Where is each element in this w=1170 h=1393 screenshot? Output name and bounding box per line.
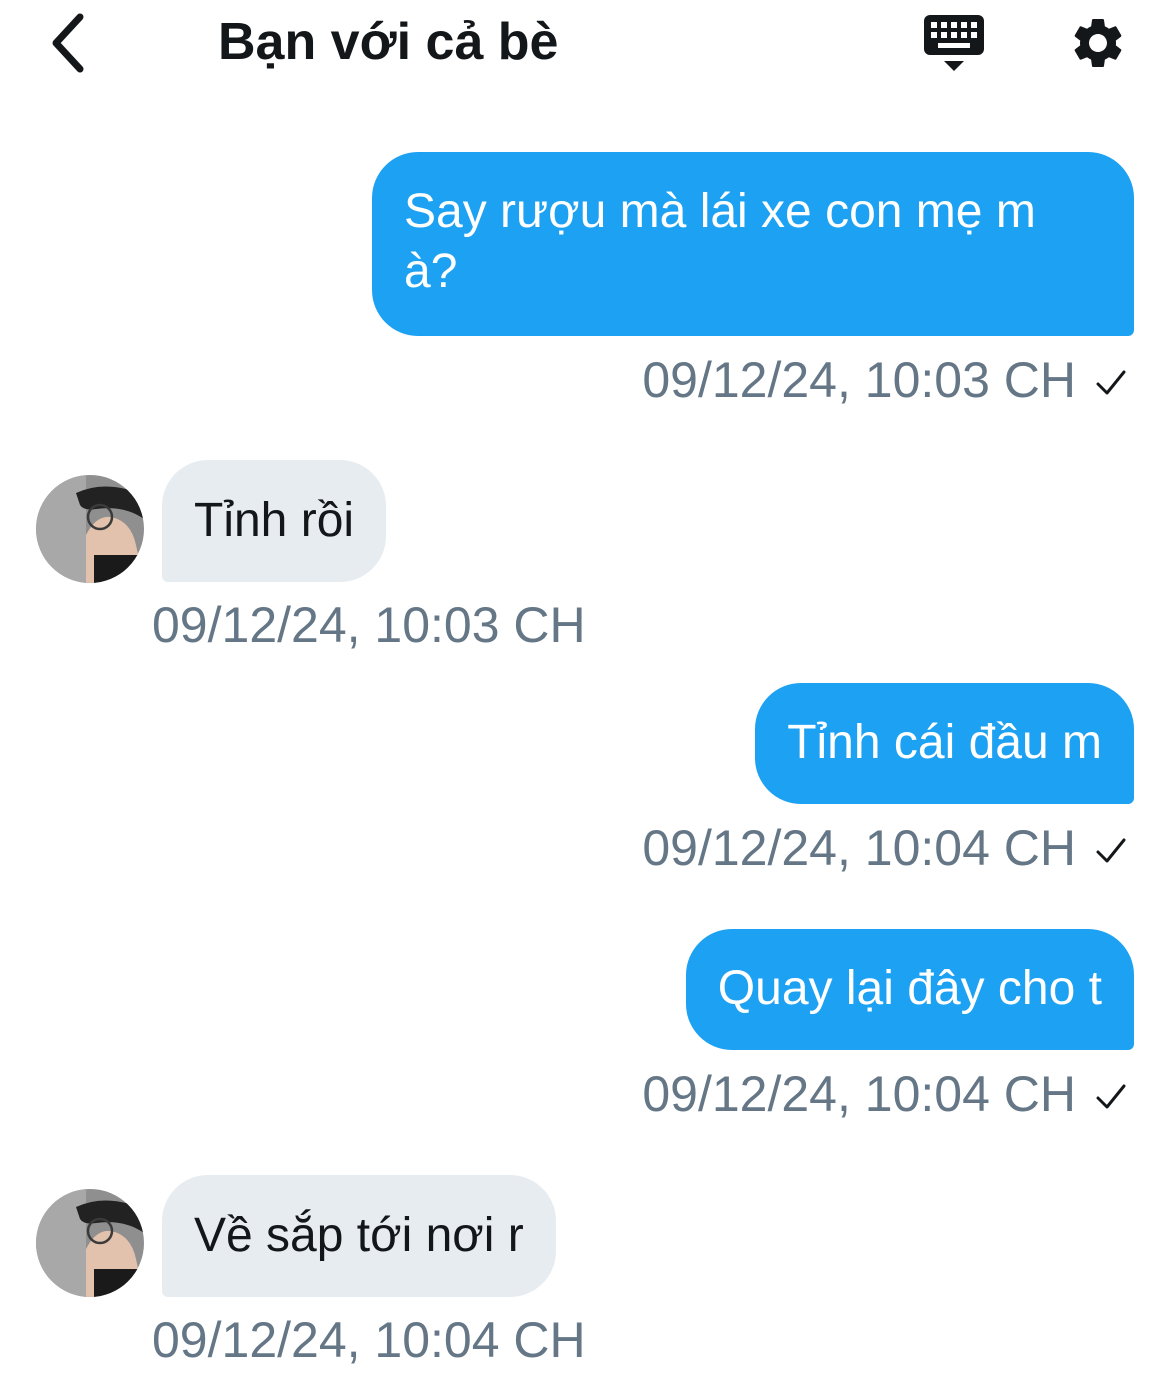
chevron-left-icon [52, 13, 84, 73]
incoming-message-bubble[interactable]: Về sắp tới nơi r [162, 1175, 556, 1297]
avatar-image [36, 1189, 144, 1297]
checkmark-icon [1096, 838, 1126, 863]
avatar[interactable] [36, 1189, 144, 1297]
incoming-message-bubble[interactable]: Tỉnh rồi [162, 460, 387, 582]
avatar[interactable] [36, 475, 144, 583]
message-timestamp: 09/12/24, 10:03 CH [152, 597, 586, 653]
message-text: Tỉnh rồi [194, 494, 355, 547]
conversation-title: Bạn với cả bè [218, 13, 559, 71]
message-timestamp: 09/12/24, 10:04 CH [152, 1312, 586, 1368]
message-text: Tỉnh cái đầu m [787, 716, 1102, 769]
message-timestamp: 09/12/24, 10:04 CH [642, 820, 1076, 876]
message-text-line: Say rượu mà lái xe con mẹ m [404, 185, 1036, 238]
checkmark-icon [1096, 370, 1126, 395]
keyboard-icon [924, 15, 984, 71]
settings-button[interactable] [1060, 6, 1136, 80]
avatar-image [36, 475, 144, 583]
message-text: Quay lại đây cho t [717, 962, 1102, 1015]
back-button[interactable] [36, 6, 100, 80]
message-timestamp: 09/12/24, 10:04 CH [642, 1066, 1076, 1122]
checkmark-icon [1096, 1084, 1126, 1109]
message-text: Về sắp tới nơi r [194, 1209, 524, 1262]
gear-icon [1074, 19, 1122, 67]
message-timestamp: 09/12/24, 10:03 CH [642, 352, 1076, 408]
outgoing-message-bubble[interactable]: Say rượu mà lái xe con mẹ m à? [372, 152, 1134, 336]
outgoing-message-bubble[interactable]: Quay lại đây cho t [685, 929, 1134, 1050]
keyboard-button[interactable] [914, 6, 994, 80]
outgoing-message-bubble[interactable]: Tỉnh cái đầu m [755, 683, 1134, 804]
conversation-header: Bạn với cả bè [0, 0, 1170, 90]
message-text-line: à? [404, 245, 458, 298]
